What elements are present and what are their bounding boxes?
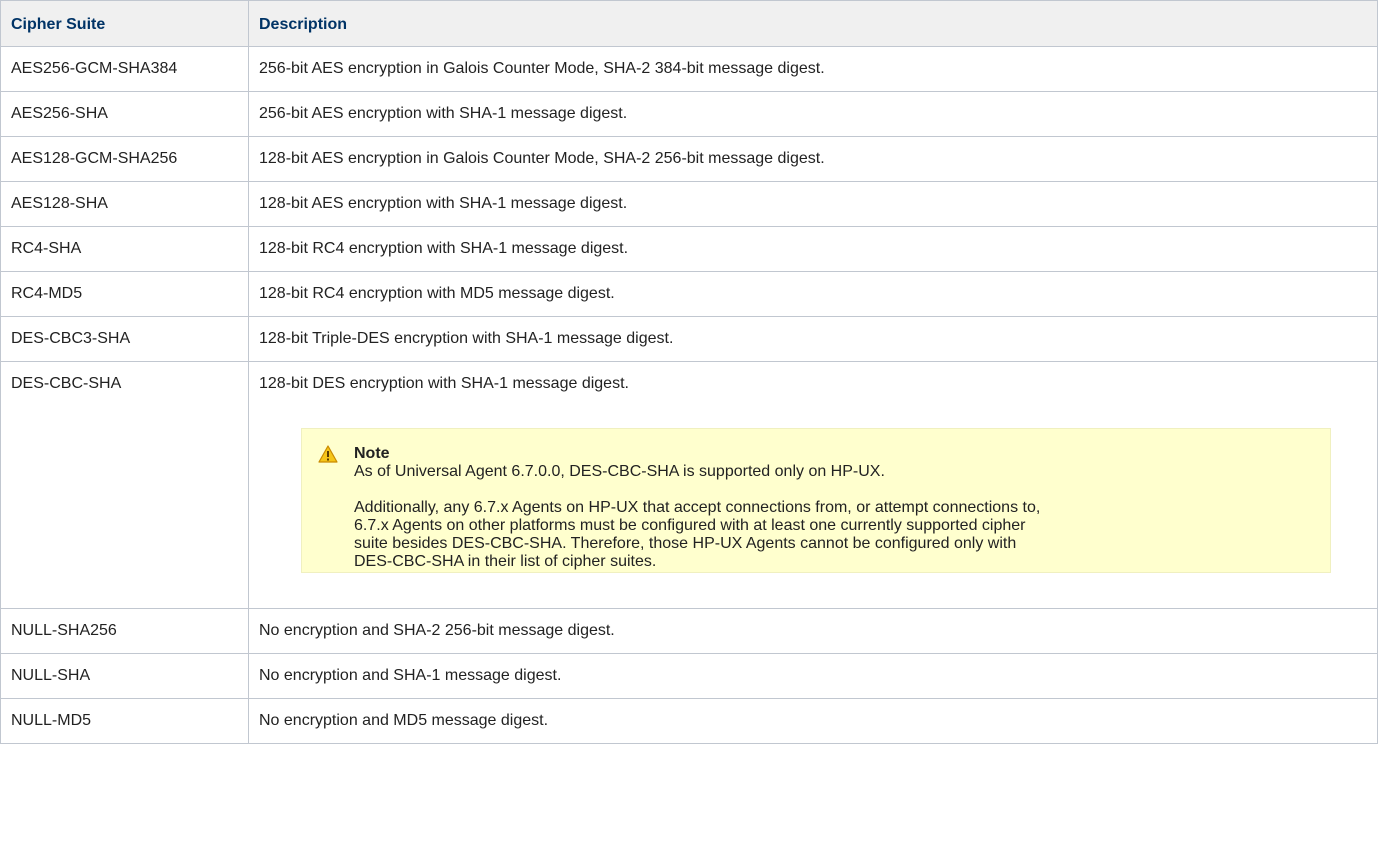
table-row: NULL-SHA256 No encryption and SHA-2 256-…	[0, 608, 1378, 654]
cipher-suite-cell: NULL-SHA	[0, 653, 249, 699]
cipher-suite-cell: AES128-GCM-SHA256	[0, 136, 249, 182]
table-row: AES128-SHA 128-bit AES encryption with S…	[0, 181, 1378, 227]
description-cell: 128-bit RC4 encryption with SHA-1 messag…	[248, 226, 1378, 272]
cipher-suite-cell: RC4-SHA	[0, 226, 249, 272]
cipher-suite-cell: DES-CBC-SHA	[0, 361, 249, 609]
warning-icon	[318, 445, 338, 463]
cipher-suite-cell: NULL-MD5	[0, 698, 249, 744]
note-paragraph: Additionally, any 6.7.x Agents on HP-UX …	[354, 499, 1310, 571]
description-cell: 128-bit Triple-DES encryption with SHA-1…	[248, 316, 1378, 362]
table-row: NULL-MD5 No encryption and MD5 message d…	[0, 698, 1378, 744]
description-cell: 128-bit DES encryption with SHA-1 messag…	[248, 361, 1378, 609]
note-paragraph-line: 6.7.x Agents on other platforms must be …	[354, 517, 1026, 534]
description-cell: 256-bit AES encryption in Galois Counter…	[248, 46, 1378, 92]
table-row: AES128-GCM-SHA256 128-bit AES encryption…	[0, 136, 1378, 182]
table-row: DES-CBC-SHA 128-bit DES encryption with …	[0, 361, 1378, 609]
cipher-suite-cell: AES128-SHA	[0, 181, 249, 227]
cipher-suite-cell: RC4-MD5	[0, 271, 249, 317]
table-row: DES-CBC3-SHA 128-bit Triple-DES encrypti…	[0, 316, 1378, 362]
table-row: RC4-MD5 128-bit RC4 encryption with MD5 …	[0, 271, 1378, 317]
cipher-suite-cell: DES-CBC3-SHA	[0, 316, 249, 362]
table-row: NULL-SHA No encryption and SHA-1 message…	[0, 653, 1378, 699]
description-cell: No encryption and SHA-2 256-bit message …	[248, 608, 1378, 654]
cipher-suite-table: Cipher Suite Description AES256-GCM-SHA3…	[0, 0, 1378, 744]
note-paragraph-line: suite besides DES-CBC-SHA. Therefore, th…	[354, 535, 1017, 552]
column-header-description: Description	[248, 0, 1378, 47]
description-cell: 128-bit AES encryption in Galois Counter…	[248, 136, 1378, 182]
description-cell: No encryption and MD5 message digest.	[248, 698, 1378, 744]
description-cell: 128-bit RC4 encryption with MD5 message …	[248, 271, 1378, 317]
table-row: RC4-SHA 128-bit RC4 encryption with SHA-…	[0, 226, 1378, 272]
column-header-cipher-suite: Cipher Suite	[0, 0, 249, 47]
note-panel: Note As of Universal Agent 6.7.0.0, DES-…	[301, 428, 1331, 573]
cipher-suite-cell: AES256-GCM-SHA384	[0, 46, 249, 92]
description-text: 128-bit DES encryption with SHA-1 messag…	[259, 375, 629, 392]
table-row: AES256-GCM-SHA384 256-bit AES encryption…	[0, 46, 1378, 92]
note-title: Note	[354, 445, 390, 462]
description-cell: 256-bit AES encryption with SHA-1 messag…	[248, 91, 1378, 137]
description-cell: No encryption and SHA-1 message digest.	[248, 653, 1378, 699]
cipher-suite-cell: NULL-SHA256	[0, 608, 249, 654]
note-text: As of Universal Agent 6.7.0.0, DES-CBC-S…	[354, 463, 885, 480]
note-paragraph-line: DES-CBC-SHA in their list of cipher suit…	[354, 553, 657, 570]
table-row: AES256-SHA 256-bit AES encryption with S…	[0, 91, 1378, 137]
cipher-suite-cell: AES256-SHA	[0, 91, 249, 137]
description-cell: 128-bit AES encryption with SHA-1 messag…	[248, 181, 1378, 227]
note-paragraph-line: Additionally, any 6.7.x Agents on HP-UX …	[354, 499, 1041, 516]
table-header-row: Cipher Suite Description	[0, 0, 1378, 47]
